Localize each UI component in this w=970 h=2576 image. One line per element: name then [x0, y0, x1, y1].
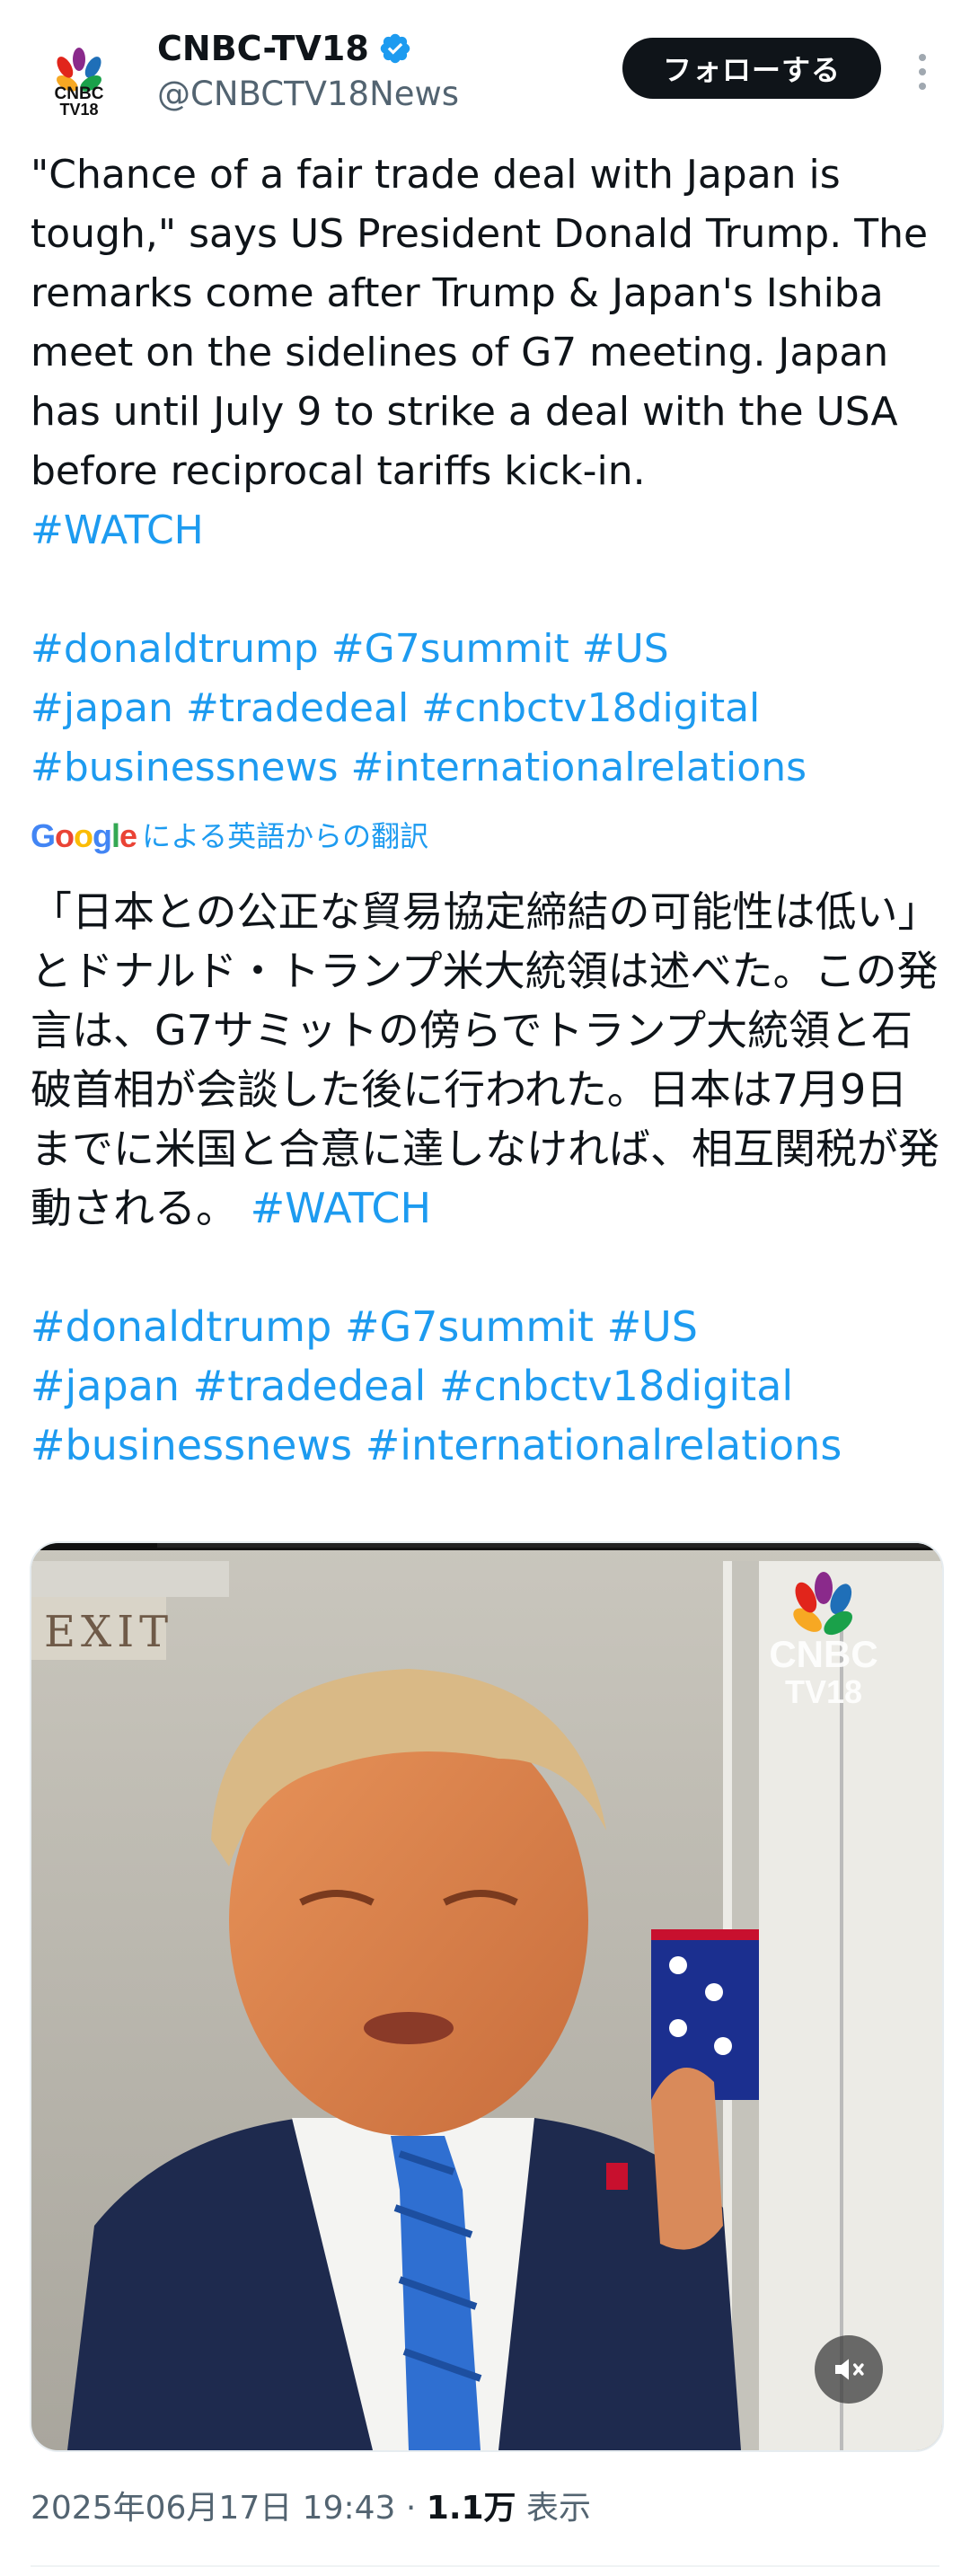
translation-label[interactable]: Google による英語からの翻訳 — [31, 817, 428, 855]
hashtags-line-1[interactable]: #donaldtrump #G7summit #US — [31, 626, 669, 672]
more-options-icon[interactable] — [909, 45, 936, 99]
mute-button[interactable] — [815, 2335, 883, 2404]
tweet-header: CNBC TV18 CNBC-TV18 @CNBCTV18News フォローする — [0, 0, 970, 153]
account-name-block[interactable]: CNBC-TV18 @CNBCTV18News — [157, 27, 459, 117]
translated-text: 「日本との公正な貿易協定締結の可能性は低い」とドナルド・トランプ米大統領は述べた… — [31, 882, 939, 1475]
tweet-meta: 2025年06月17日 19:43 · 1.1万 表示 — [31, 2486, 591, 2531]
exit-sign-text: EXIT — [44, 1607, 173, 1657]
speaker-muted-icon — [835, 2359, 864, 2380]
translation-label-text[interactable]: による英語からの翻訳 — [142, 817, 428, 855]
views-count: 1.1万 — [426, 2490, 516, 2527]
avatar-text-2: TV18 — [59, 101, 98, 119]
translated-body: 「日本との公正な貿易協定締結の可能性は低い」とドナルド・トランプ米大統領は述べた… — [31, 887, 939, 1232]
video-frame: EXIT CNBC TV18 — [31, 1543, 942, 2450]
meta-separator: · — [395, 2490, 427, 2527]
display-name[interactable]: CNBC-TV18 — [157, 27, 459, 70]
verified-badge-icon — [380, 33, 410, 64]
translated-hashtags-line-2[interactable]: #japan #tradedeal #cnbctv18digital — [31, 1362, 793, 1410]
cnbc-peacock-logo: CNBC TV18 — [55, 48, 104, 119]
hashtags-line-2[interactable]: #japan #tradedeal #cnbctv18digital — [31, 685, 760, 731]
display-name-text[interactable]: CNBC-TV18 — [157, 27, 369, 70]
timestamp[interactable]: 2025年06月17日 19:43 — [31, 2490, 395, 2527]
watermark-line-2: TV18 — [785, 1673, 862, 1710]
tweet-body: "Chance of a fair trade deal with Japan … — [31, 152, 941, 494]
video-player[interactable]: EXIT CNBC TV18 — [30, 1541, 944, 2452]
avatar[interactable]: CNBC TV18 — [34, 34, 124, 124]
google-logo: Google — [31, 817, 137, 854]
follow-button[interactable]: フォローする — [622, 38, 881, 99]
hashtags-line-3[interactable]: #businessnews #internationalrelations — [31, 745, 807, 790]
translated-hashtag-watch[interactable]: #WATCH — [251, 1184, 432, 1232]
tweet-text: "Chance of a fair trade deal with Japan … — [31, 146, 938, 798]
handle[interactable]: @CNBCTV18News — [157, 72, 459, 117]
views-label: 表示 — [516, 2490, 592, 2527]
translated-hashtags-line-1[interactable]: #donaldtrump #G7summit #US — [31, 1302, 698, 1351]
hashtag-watch[interactable]: #WATCH — [31, 507, 204, 553]
watermark-line-1: CNBC — [769, 1633, 877, 1675]
divider — [31, 2565, 939, 2567]
translated-hashtags-line-3[interactable]: #businessnews #internationalrelations — [31, 1421, 842, 1469]
